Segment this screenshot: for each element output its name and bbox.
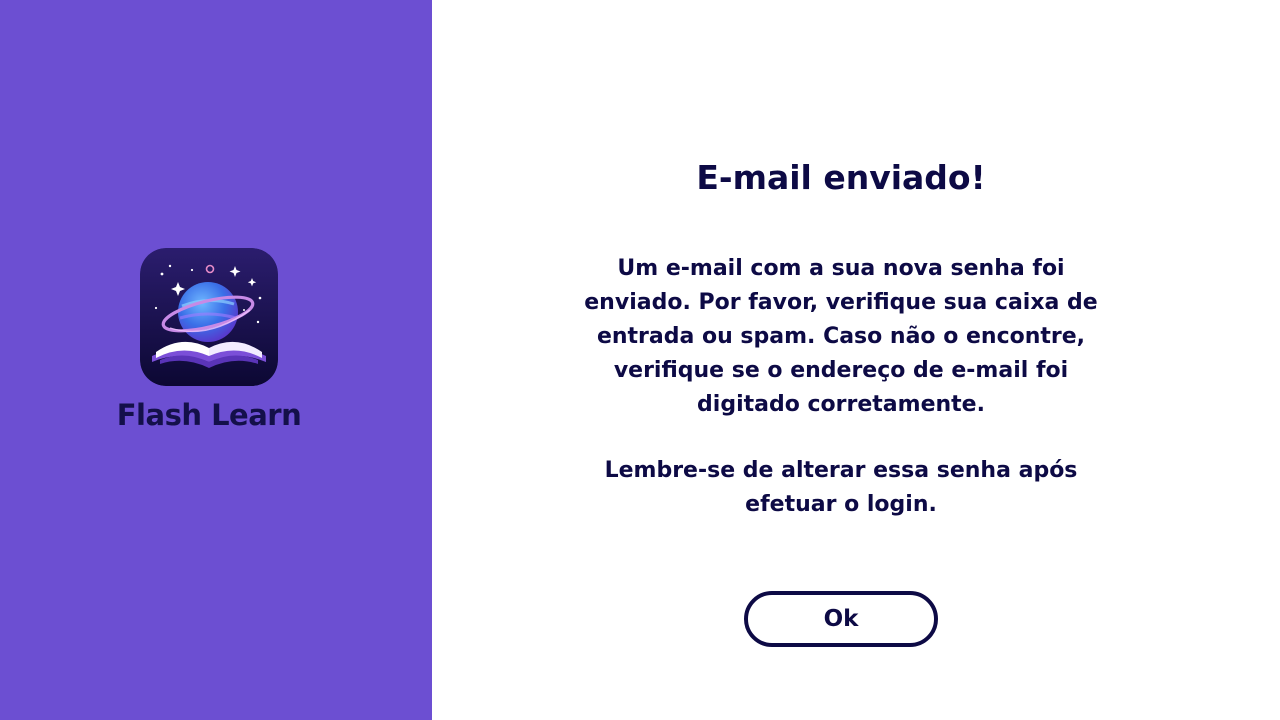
brand: Flash Learn — [0, 248, 418, 432]
message-panel: E-mail enviado! Um e-mail com a sua nova… — [432, 0, 1280, 720]
brand-panel: Flash Learn — [0, 0, 432, 720]
ok-button[interactable]: Ok — [744, 591, 938, 647]
brand-name: Flash Learn — [116, 398, 302, 432]
flash-learn-logo-icon — [140, 248, 278, 386]
sent-message: Um e-mail com a sua nova senha foi envia… — [584, 256, 1098, 417]
page-title: E-mail enviado! — [696, 158, 986, 197]
reminder-message: Lembre-se de alterar essa senha após efe… — [604, 458, 1078, 517]
email-sent-screen: Flash Learn E-mail enviado! Um e-mail co… — [0, 0, 1280, 720]
